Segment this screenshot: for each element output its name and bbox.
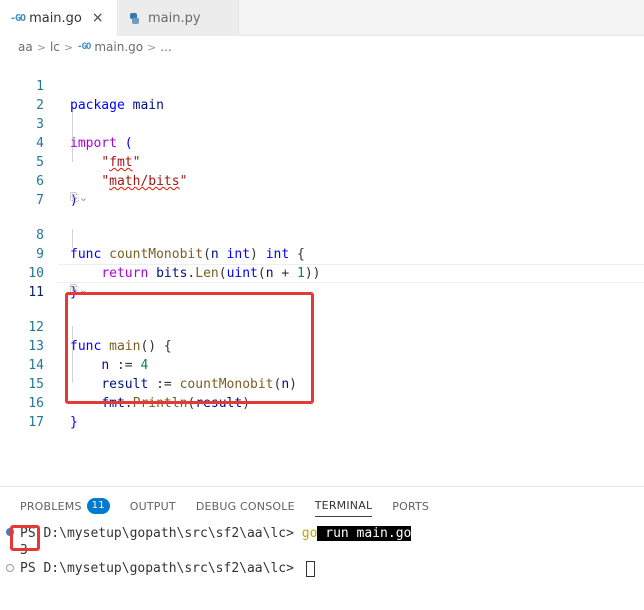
breadcrumb-item-aa[interactable]: aa: [18, 40, 33, 54]
code-line: 10 }: [0, 245, 644, 300]
go-icon: -GO: [10, 12, 26, 24]
terminal-cursor: [305, 560, 315, 577]
tab-main-py[interactable]: main.py: [119, 0, 239, 36]
go-icon: -GO: [77, 42, 91, 52]
breadcrumb: aa > lc > -GO main.go > ...: [18, 38, 172, 56]
tab-debug-console[interactable]: DEBUG CONSOLE: [196, 495, 295, 517]
tab-terminal[interactable]: TERMINAL: [314, 495, 373, 517]
code-line: 11: [0, 264, 644, 300]
tab-label: PROBLEMS: [20, 499, 82, 513]
code-line: 3 import (: [0, 96, 644, 151]
highlight-box-output: [10, 525, 40, 551]
code-line: 7: [0, 172, 644, 208]
tab-label: main.py: [148, 10, 201, 26]
code-editor[interactable]: 1 package main 2 3 import ( 4 "fmt" 5 "m…: [0, 58, 644, 478]
python-icon: [129, 12, 140, 24]
codelens-icon[interactable]: ⎘⌄: [70, 191, 88, 207]
chevron-right-icon: >: [147, 40, 157, 54]
panel-tabs: PROBLEMS 11 OUTPUT DEBUG CONSOLE TERMINA…: [20, 495, 429, 519]
code-line: 2: [0, 77, 644, 113]
tab-main-go[interactable]: -GO main.go ×: [0, 0, 118, 36]
bottom-panel: PROBLEMS 11 OUTPUT DEBUG CONSOLE TERMINA…: [0, 486, 644, 610]
terminal-command-line: PS D:\mysetup\gopath\src\sf2\aa\lc> go r…: [20, 525, 412, 543]
breadcrumb-item-file[interactable]: main.go: [94, 40, 143, 54]
editor-tab-bar: -GO main.go × main.py: [0, 0, 644, 36]
code-line: 6 ): [0, 153, 644, 208]
chevron-right-icon: >: [63, 40, 74, 54]
terminal-command-args: run main.go: [317, 526, 412, 541]
line-number: 17: [28, 415, 44, 430]
code-line: 5 "math/bits": [0, 134, 644, 189]
terminal-prompt-line: PS D:\mysetup\gopath\src\sf2\aa\lc>: [20, 560, 315, 578]
code-line: 1 package main: [0, 58, 644, 113]
tab-ports[interactable]: PORTS: [392, 495, 429, 517]
close-icon[interactable]: ×: [92, 10, 104, 26]
chevron-right-icon: >: [36, 40, 46, 54]
code-line: 4 "fmt": [0, 115, 644, 170]
code-text: }: [70, 415, 78, 430]
terminal-prompt: PS D:\mysetup\gopath\src\sf2\aa\lc>: [20, 561, 302, 576]
tab-label: main.go: [29, 10, 82, 26]
tab-problems[interactable]: PROBLEMS 11: [20, 495, 110, 517]
code-line: 8 func countMonobit(n int) int {: [0, 207, 644, 262]
terminal-prompt: PS D:\mysetup\gopath\src\sf2\aa\lc>: [20, 526, 302, 541]
highlight-box-main-func: [65, 292, 314, 404]
command-pending-dot-icon[interactable]: [6, 564, 14, 572]
tab-output[interactable]: OUTPUT: [130, 495, 176, 517]
breadcrumb-item-lc[interactable]: lc: [50, 40, 60, 54]
breadcrumb-ellipsis[interactable]: ...: [160, 40, 171, 54]
problems-count-badge: 11: [86, 498, 110, 514]
terminal-command: go: [301, 526, 318, 541]
code-line: 9 return bits.Len(uint(n + 1)): [0, 226, 644, 281]
